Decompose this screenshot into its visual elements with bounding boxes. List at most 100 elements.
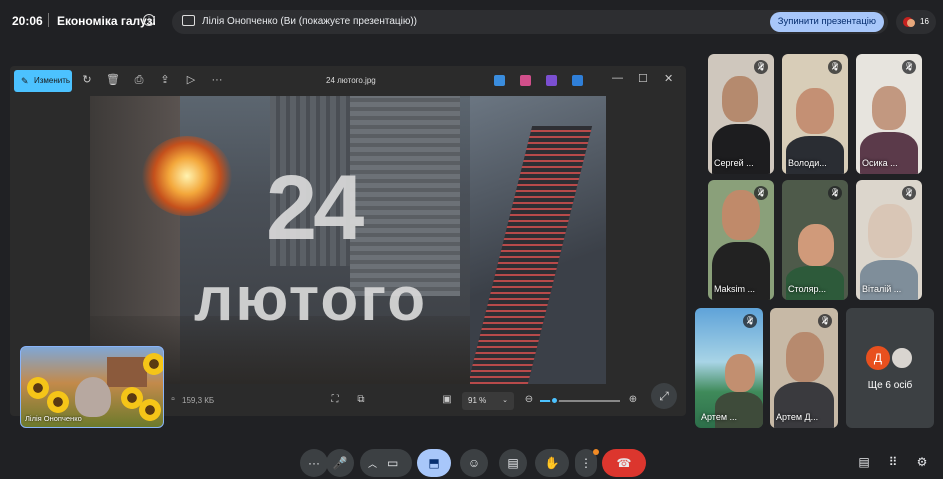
expand-icon[interactable]: ⤢ — [651, 383, 677, 409]
present-icon: ⬒ — [428, 456, 440, 470]
image-icon: ▫ — [171, 394, 175, 405]
participant-avatar — [890, 346, 914, 370]
raise-hand-button[interactable]: ✋ — [535, 449, 569, 477]
maximize-icon[interactable]: ☐ — [638, 72, 648, 85]
participant-tile[interactable]: 🎙 Володи... — [782, 54, 848, 174]
background-house — [107, 357, 147, 387]
more-vert-icon: ⋮ — [580, 456, 592, 470]
zoom-in-icon[interactable]: ⊕ — [626, 394, 640, 408]
share-icon[interactable]: ⇪ — [158, 73, 172, 87]
viewer-toolbar: Изменить ↻ 🗑 ⎙ ⇪ ▷ ··· 24 лютого.jpg — ☐… — [10, 66, 686, 94]
participant-name: Осика ... — [862, 158, 898, 168]
slideshow-icon[interactable]: ▷ — [184, 73, 198, 87]
participant-body — [715, 392, 763, 428]
emoji-icon: ☺ — [467, 456, 481, 470]
participants-button[interactable]: 16 — [896, 10, 936, 34]
present-screen-icon — [182, 15, 195, 26]
delete-icon[interactable]: 🗑 — [106, 73, 120, 87]
participant-tile[interactable]: 🎙 Сергей ... — [708, 54, 774, 174]
participant-body — [786, 136, 844, 174]
meeting-title: Економіка галузі — [57, 14, 156, 28]
zoom-out-icon[interactable]: ⊖ — [522, 394, 536, 408]
mic-off-icon: 🎙 — [743, 314, 757, 328]
mic-off-icon: 🎙 — [818, 314, 832, 328]
participant-face — [868, 204, 912, 258]
divider — [48, 13, 49, 27]
crop-icon[interactable]: ⛶ — [328, 394, 342, 408]
print-icon[interactable]: ⎙ — [132, 73, 146, 87]
participant-name: Артем Д... — [776, 412, 819, 422]
participant-avatar: Д — [866, 346, 890, 370]
clock: 20:06 — [12, 14, 43, 28]
photo-explosion — [142, 136, 232, 216]
info-icon[interactable]: i — [143, 14, 155, 26]
sunflower — [27, 377, 49, 399]
participant-tile[interactable]: 🎙 Артем ... — [695, 308, 763, 428]
stop-presenting-button[interactable]: Зупинити презентацію — [769, 12, 884, 32]
participant-body — [860, 260, 918, 300]
top-bar: 20:06 Економіка галузі i Лілія Онопченко… — [0, 0, 943, 42]
raise-hand-icon: ✋ — [544, 456, 560, 470]
present-button[interactable]: ⬒ — [417, 449, 451, 477]
emoji-button[interactable]: ☺ — [460, 449, 488, 477]
participant-name: Столяр... — [788, 284, 826, 294]
mic-button[interactable]: 🎤 — [326, 449, 354, 477]
select-icon[interactable]: ⧉ — [354, 394, 368, 408]
participant-name: Артем ... — [701, 412, 738, 422]
host-controls-icon[interactable]: ⚙ — [912, 452, 932, 472]
file-name: 24 лютого.jpg — [326, 76, 376, 85]
more-participants-tile[interactable]: Д Ще 6 осіб — [846, 308, 934, 428]
presenting-text: Лілія Онопченко (Ви (покажуєте презентац… — [202, 16, 417, 27]
mic-off-icon: 🎙 — [828, 60, 842, 74]
participant-face — [722, 76, 758, 122]
participant-count: 16 — [920, 17, 929, 26]
more-options-button[interactable]: ··· — [300, 449, 328, 477]
edit-button[interactable]: Изменить — [14, 70, 72, 92]
app-icon[interactable] — [546, 75, 557, 86]
zoom-slider-handle[interactable] — [550, 396, 559, 405]
participant-tile[interactable]: 🎙 Столяр... — [782, 180, 848, 300]
mic-off-icon: 🎙 — [902, 60, 916, 74]
camera-button[interactable]: ︿ ▭ — [360, 449, 412, 477]
participant-tile[interactable]: 🎙 Осика ... — [856, 54, 922, 174]
sunflower — [47, 391, 69, 413]
zoom-slider[interactable] — [540, 396, 620, 405]
app-icon[interactable] — [520, 75, 531, 86]
photo-date-number: 24 — [266, 157, 364, 259]
more-options-icon[interactable]: ··· — [210, 73, 224, 87]
participant-face — [786, 332, 824, 382]
participant-name: Maksim ... — [714, 284, 756, 294]
notification-dot — [593, 449, 599, 455]
participant-tile[interactable]: 🎙 Артем Д... — [770, 308, 838, 428]
chat-icon[interactable]: ▤ — [854, 452, 874, 472]
close-icon[interactable]: ✕ — [664, 72, 673, 85]
participant-name: Віталій ... — [862, 284, 902, 294]
captions-icon: ▤ — [507, 456, 519, 470]
end-call-icon: ☎ — [616, 456, 632, 470]
minimize-icon[interactable]: — — [612, 72, 623, 84]
self-name: Лілія Онопченко — [25, 414, 82, 423]
app-icon[interactable] — [494, 75, 505, 86]
rotate-icon[interactable]: ↻ — [80, 73, 94, 87]
presenting-banner: Лілія Онопченко (Ви (покажуєте презентац… — [172, 10, 888, 34]
mic-off-icon: 🎙 — [754, 186, 768, 200]
zoom-value: 91 % — [468, 396, 487, 405]
self-view-tile[interactable]: Лілія Онопченко — [20, 346, 164, 428]
photo-date-word: лютого — [194, 265, 428, 334]
onedrive-icon[interactable] — [572, 75, 583, 86]
activities-icon[interactable]: ⠿ — [883, 452, 903, 472]
participant-face — [798, 224, 834, 266]
participant-tile[interactable]: 🎙 Віталій ... — [856, 180, 922, 300]
fit-icon[interactable]: ▣ — [440, 394, 454, 408]
participant-name: Володи... — [788, 158, 827, 168]
end-call-button[interactable]: ☎ — [602, 449, 646, 477]
participant-face — [796, 88, 834, 134]
participant-tile[interactable]: 🎙 Maksim ... — [708, 180, 774, 300]
participant-face — [725, 354, 755, 392]
camera-icon: ▭ — [387, 456, 399, 470]
more-options-icon: ··· — [308, 456, 320, 470]
zoom-select[interactable]: 91 % ⌄ — [462, 392, 514, 410]
mic-off-icon: 🎙 — [828, 186, 842, 200]
captions-button[interactable]: ▤ — [499, 449, 527, 477]
participant-name: Сергей ... — [714, 158, 754, 168]
